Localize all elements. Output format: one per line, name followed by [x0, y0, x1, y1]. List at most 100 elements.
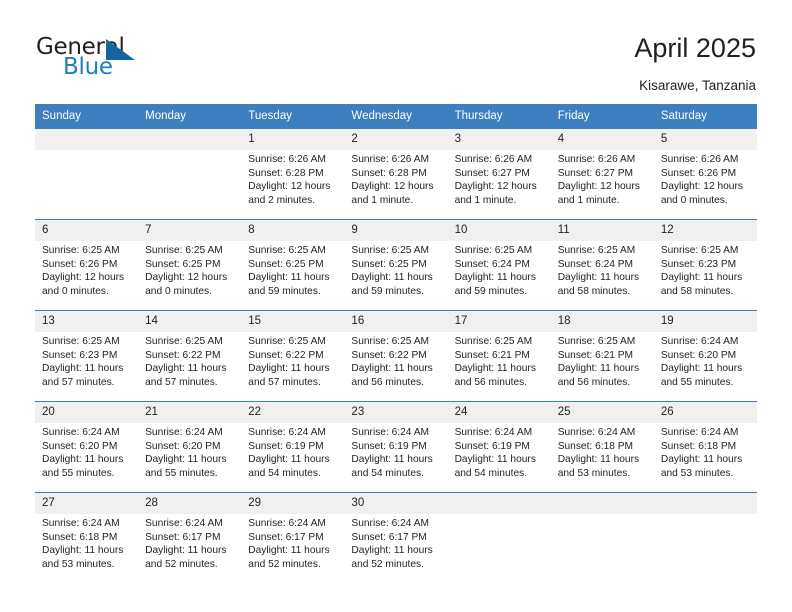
calendar-day-cell[interactable]: 22 Sunrise: 6:24 AM Sunset: 6:19 PM Dayligh…: [241, 401, 345, 493]
day-number: 23: [344, 402, 448, 423]
day-info-line: and 2 minutes.: [248, 194, 316, 206]
day-info-line: Sunset: 6:19 PM: [351, 440, 427, 452]
day-info-line: Sunrise: 6:24 AM: [660, 427, 739, 438]
calendar-day-cell[interactable]: 9 Sunrise: 6:25 AM Sunset: 6:25 PM Daylight…: [344, 219, 448, 311]
day-info-line: and 0 minutes.: [660, 194, 728, 206]
day-info-line: Sunset: 6:27 PM: [557, 167, 634, 179]
day-sun-info: Sunrise: 6:25 AM Sunset: 6:21 PM Daylight:…: [551, 332, 654, 389]
calendar-day-cell[interactable]: 5 Sunrise: 6:26 AM Sunset: 6:26 PM Daylight…: [653, 128, 757, 220]
calendar-page: General Blue April 2025 Kisarawe, Tanzan…: [0, 0, 792, 612]
day-sun-info: Sunrise: 6:24 AM Sunset: 6:17 PM Daylight:…: [344, 514, 447, 571]
day-sun-info: Sunrise: 6:24 AM Sunset: 6:17 PM Daylight:…: [241, 514, 344, 571]
day-info-line: Sunrise: 6:25 AM: [351, 336, 430, 347]
day-info-line: Daylight: 11 hours: [557, 363, 640, 375]
calendar-day-cell[interactable]: 17 Sunrise: 6:25 AM Sunset: 6:21 PM Dayligh…: [447, 310, 551, 402]
day-info-line: Sunset: 6:22 PM: [248, 349, 324, 361]
day-info-line: Sunrise: 6:25 AM: [557, 336, 636, 347]
calendar-day-cell[interactable]: 1 Sunrise: 6:26 AM Sunset: 6:28 PM Daylight…: [241, 128, 345, 220]
day-info-line: and 55 minutes.: [42, 467, 115, 479]
day-sun-info: Sunrise: 6:24 AM Sunset: 6:18 PM Daylight:…: [551, 423, 654, 480]
day-number: 14: [138, 311, 242, 332]
calendar-day-cell[interactable]: 7 Sunrise: 6:25 AM Sunset: 6:25 PM Daylight…: [138, 219, 242, 311]
day-sun-info: Sunrise: 6:24 AM Sunset: 6:18 PM Daylight:…: [654, 423, 757, 480]
day-sun-info: Sunrise: 6:24 AM Sunset: 6:19 PM Daylight:…: [241, 423, 344, 480]
calendar-day-cell[interactable]: 26 Sunrise: 6:24 AM Sunset: 6:18 PM Dayligh…: [653, 401, 757, 493]
day-info-line: and 52 minutes.: [351, 558, 424, 570]
day-sun-info: Sunrise: 6:25 AM Sunset: 6:22 PM Daylight:…: [241, 332, 344, 389]
calendar-day-cell[interactable]: 29 Sunrise: 6:24 AM Sunset: 6:17 PM Dayligh…: [241, 492, 345, 583]
calendar-empty-cell: [653, 492, 757, 583]
calendar-day-cell[interactable]: 4 Sunrise: 6:26 AM Sunset: 6:27 PM Daylight…: [550, 128, 654, 220]
day-info-line: Sunset: 6:19 PM: [248, 440, 324, 452]
day-info-line: Sunrise: 6:25 AM: [42, 245, 120, 256]
weekday-header-tuesday: Tuesday: [241, 104, 345, 129]
day-info-line: and 54 minutes.: [454, 467, 528, 479]
day-info-line: and 57 minutes.: [42, 376, 115, 388]
location-subtitle: Kisarawe, Tanzania: [639, 78, 756, 93]
day-info-line: Daylight: 11 hours: [351, 545, 433, 557]
day-info-line: Sunrise: 6:25 AM: [454, 336, 533, 347]
day-info-line: Daylight: 11 hours: [248, 272, 330, 284]
calendar-day-cell[interactable]: 28 Sunrise: 6:24 AM Sunset: 6:17 PM Dayligh…: [138, 492, 242, 583]
calendar-day-cell[interactable]: 24 Sunrise: 6:24 AM Sunset: 6:19 PM Dayligh…: [447, 401, 551, 493]
day-info-line: Daylight: 12 hours: [660, 181, 743, 193]
day-info-line: Daylight: 11 hours: [248, 363, 330, 375]
calendar-day-cell[interactable]: 23 Sunrise: 6:24 AM Sunset: 6:19 PM Dayligh…: [344, 401, 448, 493]
day-number: 3: [447, 129, 551, 150]
calendar-day-cell[interactable]: 16 Sunrise: 6:25 AM Sunset: 6:22 PM Dayligh…: [344, 310, 448, 402]
day-number: [653, 493, 757, 514]
day-info-line: Sunrise: 6:25 AM: [145, 245, 223, 256]
general-blue-logo[interactable]: General Blue: [36, 34, 166, 86]
calendar-day-cell[interactable]: 11 Sunrise: 6:25 AM Sunset: 6:24 PM Dayligh…: [550, 219, 654, 311]
day-number: 28: [138, 493, 242, 514]
calendar-day-cell[interactable]: 3 Sunrise: 6:26 AM Sunset: 6:27 PM Daylight…: [447, 128, 551, 220]
calendar-day-cell[interactable]: 10 Sunrise: 6:25 AM Sunset: 6:24 PM Dayligh…: [447, 219, 551, 311]
calendar-day-cell[interactable]: 6 Sunrise: 6:25 AM Sunset: 6:26 PM Daylight…: [35, 219, 139, 311]
day-info-line: Sunset: 6:18 PM: [42, 531, 118, 543]
calendar-day-cell[interactable]: 14 Sunrise: 6:25 AM Sunset: 6:22 PM Dayligh…: [138, 310, 242, 402]
day-info-line: and 1 minute.: [351, 194, 414, 206]
calendar-day-cell[interactable]: 20 Sunrise: 6:24 AM Sunset: 6:20 PM Dayligh…: [35, 401, 139, 493]
calendar-day-cell[interactable]: 2 Sunrise: 6:26 AM Sunset: 6:28 PM Daylight…: [344, 128, 448, 220]
calendar-week-row: 27 Sunrise: 6:24 AM Sunset: 6:18 PM Dayligh…: [35, 492, 757, 583]
day-sun-info: Sunrise: 6:25 AM Sunset: 6:23 PM Daylight:…: [654, 241, 757, 298]
calendar-week-row: 13 Sunrise: 6:25 AM Sunset: 6:23 PM Dayligh…: [35, 310, 757, 402]
calendar-day-cell[interactable]: 18 Sunrise: 6:25 AM Sunset: 6:21 PM Dayligh…: [550, 310, 654, 402]
calendar-day-cell[interactable]: 27 Sunrise: 6:24 AM Sunset: 6:18 PM Dayligh…: [35, 492, 139, 583]
day-number: 12: [653, 220, 757, 241]
calendar-day-cell[interactable]: 8 Sunrise: 6:25 AM Sunset: 6:25 PM Daylight…: [241, 219, 345, 311]
day-number: 26: [653, 402, 757, 423]
day-info-line: Sunrise: 6:24 AM: [351, 518, 430, 529]
day-sun-info: Sunrise: 6:25 AM Sunset: 6:25 PM Daylight:…: [241, 241, 344, 298]
calendar-day-cell[interactable]: 12 Sunrise: 6:25 AM Sunset: 6:23 PM Dayligh…: [653, 219, 757, 311]
day-sun-info: Sunrise: 6:26 AM Sunset: 6:27 PM Daylight:…: [551, 150, 654, 207]
day-info-line: and 1 minute.: [454, 194, 517, 206]
day-sun-info: Sunrise: 6:26 AM Sunset: 6:27 PM Daylight:…: [448, 150, 551, 207]
day-info-line: Sunset: 6:23 PM: [42, 349, 118, 361]
calendar-day-cell[interactable]: 15 Sunrise: 6:25 AM Sunset: 6:22 PM Dayligh…: [241, 310, 345, 402]
calendar-body: 1 Sunrise: 6:26 AM Sunset: 6:28 PM Daylight…: [35, 128, 757, 583]
calendar-day-cell[interactable]: 30 Sunrise: 6:24 AM Sunset: 6:17 PM Dayligh…: [344, 492, 448, 583]
day-info-line: Daylight: 12 hours: [42, 272, 125, 284]
day-info-line: Sunrise: 6:26 AM: [248, 154, 326, 165]
day-number: 24: [447, 402, 551, 423]
day-sun-info: Sunrise: 6:24 AM Sunset: 6:17 PM Daylight:…: [138, 514, 241, 571]
day-number: 25: [550, 402, 654, 423]
day-sun-info: Sunrise: 6:24 AM Sunset: 6:20 PM Daylight:…: [654, 332, 757, 389]
day-info-line: Sunset: 6:17 PM: [248, 531, 324, 543]
day-info-line: and 55 minutes.: [145, 467, 218, 479]
day-number: 1: [241, 129, 345, 150]
calendar-week-row: 1 Sunrise: 6:26 AM Sunset: 6:28 PM Daylight…: [35, 128, 757, 220]
day-info-line: Daylight: 11 hours: [351, 363, 433, 375]
day-sun-info: Sunrise: 6:26 AM Sunset: 6:28 PM Daylight:…: [241, 150, 344, 207]
calendar-empty-cell: [35, 128, 139, 220]
calendar-day-cell[interactable]: 25 Sunrise: 6:24 AM Sunset: 6:18 PM Dayligh…: [550, 401, 654, 493]
calendar-day-cell[interactable]: 21 Sunrise: 6:24 AM Sunset: 6:20 PM Dayligh…: [138, 401, 242, 493]
calendar-day-cell[interactable]: 13 Sunrise: 6:25 AM Sunset: 6:23 PM Dayligh…: [35, 310, 139, 402]
day-info-line: Daylight: 11 hours: [660, 272, 743, 284]
day-info-line: Sunrise: 6:26 AM: [351, 154, 430, 165]
day-info-line: Sunrise: 6:26 AM: [454, 154, 533, 165]
day-number: 16: [344, 311, 448, 332]
calendar-day-cell[interactable]: 19 Sunrise: 6:24 AM Sunset: 6:20 PM Dayligh…: [653, 310, 757, 402]
day-sun-info: Sunrise: 6:24 AM Sunset: 6:19 PM Daylight:…: [344, 423, 447, 480]
